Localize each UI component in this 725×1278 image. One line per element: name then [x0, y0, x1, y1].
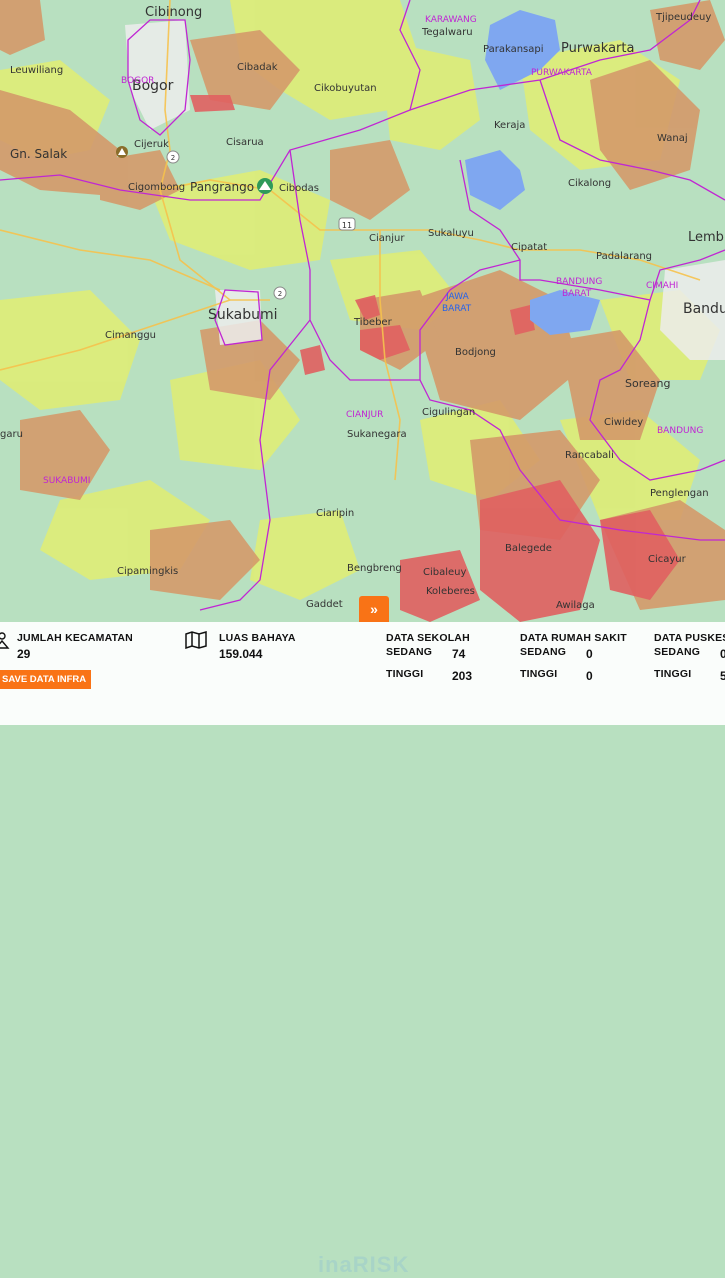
province-label: BARAT	[442, 304, 472, 314]
puskesmas-tinggi-value: 5	[720, 669, 725, 683]
place-label: Sukaluyu	[428, 228, 474, 239]
place-label: Cicayur	[648, 554, 687, 565]
puskesmas-sedang-label: SEDANG	[654, 646, 701, 658]
place-label: Pangrango	[190, 180, 254, 194]
road-number: 2	[171, 154, 175, 162]
place-label: Sukabumi	[208, 307, 278, 323]
collapse-panel-button[interactable]: »	[359, 596, 389, 622]
infra-info-panel: inaRISK JUMLAH KECAMATAN 29 LUAS BAHAYA …	[0, 622, 725, 1277]
admin-label: BOGOR	[121, 76, 154, 86]
place-label: Cimanggu	[105, 330, 156, 341]
place-label: Tibeber	[353, 317, 393, 328]
place-label: Koleberes	[426, 586, 475, 597]
place-label: Cisarua	[226, 137, 264, 148]
place-label: Gaddet	[306, 599, 343, 610]
admin-label: BARAT	[562, 289, 592, 299]
place-label: Padalarang	[596, 251, 652, 262]
place-label: Cikobuyutan	[314, 83, 377, 94]
place-label: Ciaripin	[316, 508, 354, 519]
place-label: Soreang	[625, 377, 670, 390]
admin-label: SUKABUMI	[43, 476, 90, 486]
place-label: Bengbreng	[347, 563, 402, 574]
place-label: Cijeruk	[134, 139, 169, 150]
place-label: Cibaleuy	[423, 567, 467, 578]
sekolah-tinggi-value: 203	[452, 669, 473, 683]
place-label: Cipamingkis	[117, 566, 178, 577]
puskesmas-sedang-value: 0	[720, 647, 725, 661]
place-label: Cipatat	[511, 242, 547, 253]
place-label: Lemb	[688, 230, 724, 245]
road-number: 11	[342, 221, 352, 230]
place-label: Cikalong	[568, 178, 611, 189]
place-label: Tegalwaru	[421, 27, 473, 38]
place-label: Gn. Salak	[10, 147, 67, 161]
puskesmas-title: DATA PUSKESMAS	[654, 632, 725, 644]
sekolah-sedang-value: 74	[452, 647, 466, 661]
road-number: 2	[278, 290, 282, 298]
luas-bahaya-label: LUAS BAHAYA	[219, 632, 296, 644]
place-label: Balegede	[505, 543, 552, 554]
jumlah-kecamatan-label: JUMLAH KECAMATAN	[17, 632, 133, 644]
place-label: Cibodas	[279, 183, 319, 194]
district-icon	[0, 632, 10, 649]
admin-label: CIMAHI	[646, 281, 678, 291]
admin-label: CIANJUR	[346, 410, 383, 420]
admin-label: PURWAKARTA	[531, 68, 593, 78]
inarisk-watermark: inaRISK	[318, 1252, 410, 1277]
rumah-sakit-sedang-value: 0	[586, 647, 593, 661]
place-label: Awilaga	[556, 600, 595, 611]
rumah-sakit-tinggi-label: TINGGI	[520, 668, 558, 680]
place-label: Cibadak	[237, 62, 278, 73]
rumah-sakit-sedang-label: SEDANG	[520, 646, 567, 658]
sekolah-tinggi-label: TINGGI	[386, 668, 424, 680]
place-label: Sukanegara	[347, 429, 407, 440]
place-label: Cigulingan	[422, 407, 475, 418]
luas-bahaya-value: 159.044	[219, 647, 263, 661]
map-icon	[185, 631, 207, 649]
rumah-sakit-title: DATA RUMAH SAKIT	[520, 632, 627, 644]
place-label: Penglengan	[650, 488, 709, 499]
place-label: Tjipeudeuy	[655, 12, 711, 23]
place-label: Leuwiliang	[10, 65, 63, 76]
place-label: Parakansapi	[483, 44, 544, 55]
sekolah-title: DATA SEKOLAH	[386, 632, 470, 644]
place-label: Cigombong	[128, 182, 185, 193]
place-label: Purwakarta	[561, 41, 634, 56]
puskesmas-tinggi-label: TINGGI	[654, 668, 692, 680]
rumah-sakit-tinggi-value: 0	[586, 669, 593, 683]
place-label: Rancabali	[565, 450, 614, 461]
place-label: Ciwidey	[604, 417, 643, 428]
jumlah-kecamatan-value: 29	[17, 647, 31, 661]
admin-label: KARAWANG	[425, 15, 477, 25]
place-label: Bandu	[683, 301, 725, 317]
volcano-icon	[116, 146, 128, 158]
place-label: Bodjong	[455, 347, 496, 358]
place-label: Keraja	[494, 120, 525, 131]
data-puskesmas: DATA PUSKESMAS SEDANG 0 TINGGI 5	[654, 632, 725, 692]
admin-label: BANDUNG	[556, 277, 602, 287]
province-label: JAWA	[445, 292, 470, 302]
sekolah-sedang-label: SEDANG	[386, 646, 433, 658]
place-label: Cibinong	[145, 5, 202, 20]
save-data-infra-button[interactable]: SAVE DATA INFRA	[0, 670, 91, 689]
place-label: Wanaj	[657, 133, 688, 144]
admin-label: BANDUNG	[657, 426, 703, 436]
place-label: garu	[0, 429, 23, 440]
place-label: Cianjur	[369, 233, 405, 244]
chevron-double-down-icon: »	[370, 601, 378, 617]
peak-icon	[257, 178, 273, 194]
